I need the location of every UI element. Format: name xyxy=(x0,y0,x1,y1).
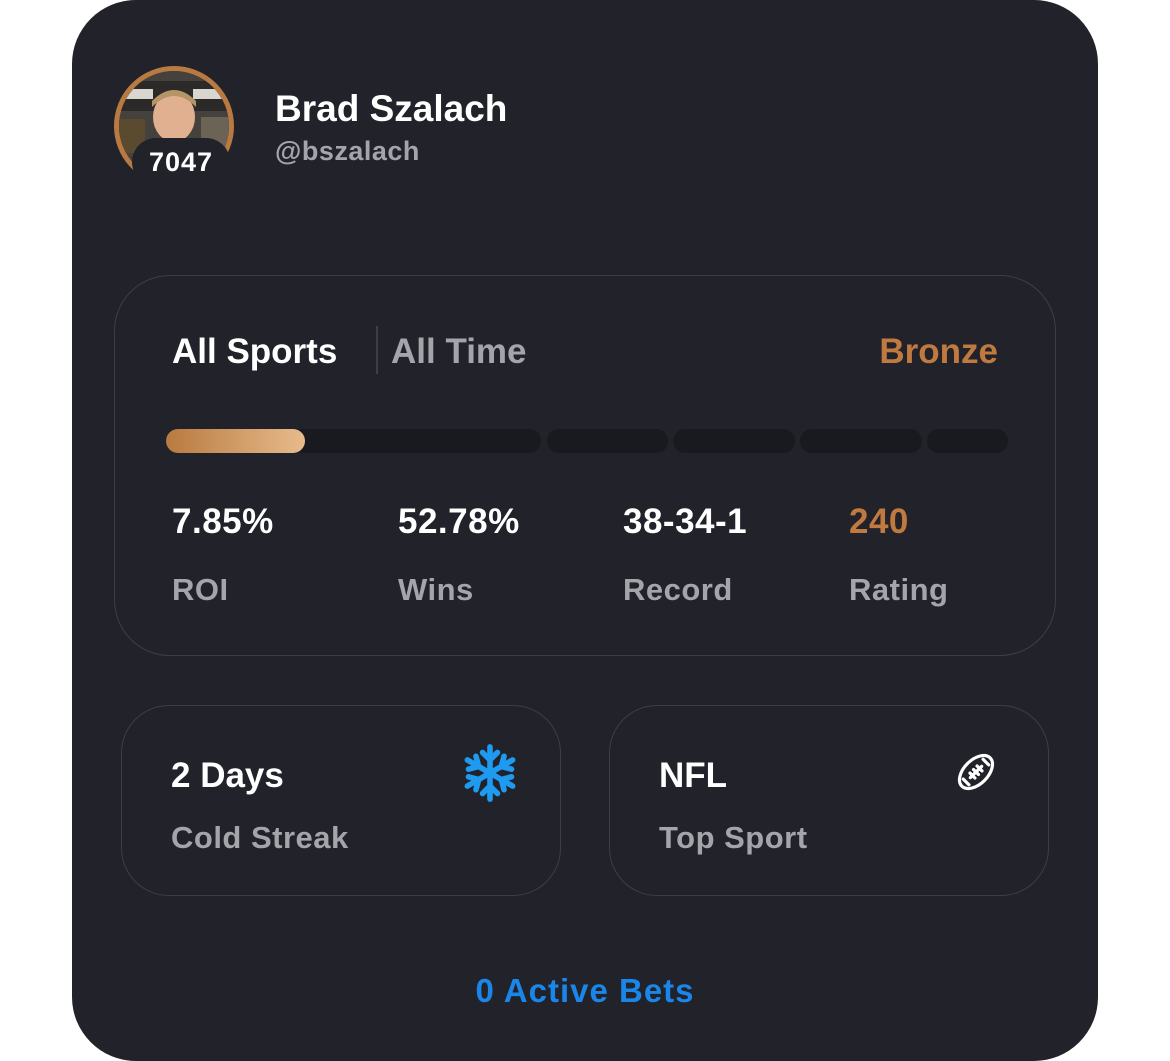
filter-divider xyxy=(376,326,378,374)
top-sport-value: NFL xyxy=(659,756,728,795)
user-handle: @bszalach xyxy=(275,136,420,166)
stat-value: 240 xyxy=(849,502,909,541)
stat-record: 38-34-1 Record xyxy=(623,502,747,608)
streak-card[interactable]: 2 Days Cold Streak xyxy=(121,705,561,896)
avatar-container[interactable]: 7047 xyxy=(114,66,234,186)
rank-badge: 7047 xyxy=(132,138,230,186)
progress-fill xyxy=(166,429,305,453)
stat-value: 7.85% xyxy=(172,502,274,541)
stat-label: Rating xyxy=(849,572,949,607)
profile-card: 7047 Brad Szalach @bszalach All Sports A… xyxy=(72,0,1098,1061)
stat-value: 52.78% xyxy=(398,502,520,541)
top-sport-label: Top Sport xyxy=(659,820,808,855)
football-icon xyxy=(954,750,998,799)
user-name: Brad Szalach xyxy=(275,88,508,129)
tier-label: Bronze xyxy=(879,332,998,371)
progress-segment xyxy=(673,429,795,453)
stats-panel: All Sports All Time Bronze 7.85% ROI 52.… xyxy=(114,275,1056,656)
top-sport-card[interactable]: NFL Top Sport xyxy=(609,705,1049,896)
stat-roi: 7.85% ROI xyxy=(172,502,274,608)
tier-progress-bar xyxy=(166,429,1008,453)
snowflake-icon xyxy=(462,742,518,809)
active-bets-link[interactable]: 0 Active Bets xyxy=(72,972,1098,1010)
stat-label: Wins xyxy=(398,572,474,607)
stat-label: Record xyxy=(623,572,733,607)
stat-rating: 240 Rating xyxy=(849,502,948,608)
stat-label: ROI xyxy=(172,572,229,607)
streak-label: Cold Streak xyxy=(171,820,349,855)
stat-wins: 52.78% Wins xyxy=(398,502,520,608)
progress-segment xyxy=(547,429,668,453)
progress-segment xyxy=(800,429,922,453)
sport-filter[interactable]: All Sports xyxy=(172,332,337,372)
stat-value: 38-34-1 xyxy=(623,502,748,541)
streak-value: 2 Days xyxy=(171,756,284,795)
time-filter[interactable]: All Time xyxy=(391,332,527,372)
progress-segment xyxy=(927,429,1008,453)
